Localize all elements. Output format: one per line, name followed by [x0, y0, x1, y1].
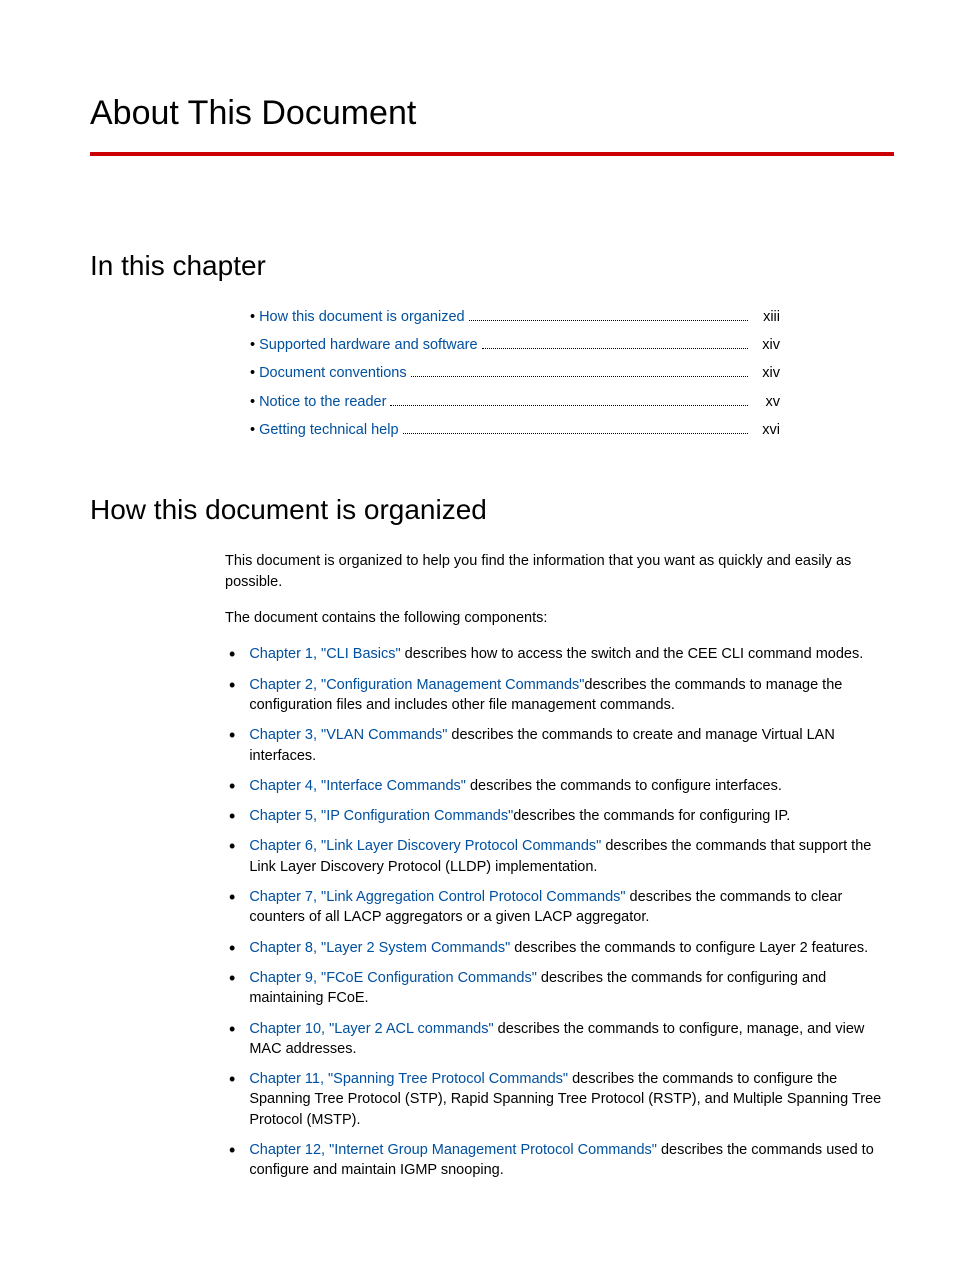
toc-bullet: • [250, 363, 255, 383]
list-item: • Chapter 3, "VLAN Commands" describes t… [225, 725, 894, 766]
bullet-icon: • [229, 645, 235, 664]
section-in-this-chapter: In this chapter [90, 246, 894, 285]
chapter-desc: describes the commands to configure Laye… [510, 940, 868, 956]
chapter-link[interactable]: Chapter 10, "Layer 2 ACL commands" [249, 1021, 493, 1037]
list-item-text: Chapter 4, "Interface Commands" describe… [249, 776, 894, 796]
toc-row: • Supported hardware and software xiv [250, 335, 780, 355]
list-item-text: Chapter 11, "Spanning Tree Protocol Comm… [249, 1069, 894, 1130]
list-item: • Chapter 5, "IP Configuration Commands"… [225, 806, 894, 826]
chapter-link[interactable]: Chapter 1, "CLI Basics" [249, 646, 400, 662]
chapter-desc: describes the commands for configuring I… [513, 808, 790, 824]
toc-link[interactable]: Supported hardware and software [259, 335, 477, 355]
toc-page: xiv [752, 363, 780, 383]
list-item: • Chapter 12, "Internet Group Management… [225, 1140, 894, 1181]
bullet-icon: • [229, 969, 235, 1009]
toc-leader [411, 376, 748, 377]
toc-page: xv [752, 392, 780, 412]
toc-bullet: • [250, 335, 255, 355]
toc-leader [482, 348, 748, 349]
toc-bullet: • [250, 420, 255, 440]
list-item-text: Chapter 3, "VLAN Commands" describes the… [249, 725, 894, 766]
bullet-icon: • [229, 888, 235, 928]
list-item: • Chapter 10, "Layer 2 ACL commands" des… [225, 1019, 894, 1060]
chapter-link[interactable]: Chapter 8, "Layer 2 System Commands" [249, 940, 510, 956]
chapter-desc: describes the commands to configure inte… [466, 778, 782, 794]
list-item-text: Chapter 10, "Layer 2 ACL commands" descr… [249, 1019, 894, 1060]
intro-paragraph: The document contains the following comp… [225, 608, 894, 628]
intro-paragraph: This document is organized to help you f… [225, 551, 894, 592]
toc-link[interactable]: Notice to the reader [259, 392, 386, 412]
list-item: • Chapter 2, "Configuration Management C… [225, 675, 894, 716]
body-block: This document is organized to help you f… [225, 551, 894, 1180]
chapter-desc: describes how to access the switch and t… [401, 646, 864, 662]
bullet-icon: • [229, 726, 235, 766]
toc-link[interactable]: How this document is organized [259, 307, 465, 327]
bullet-icon: • [229, 1141, 235, 1181]
toc-leader [403, 433, 748, 434]
toc-bullet: • [250, 307, 255, 327]
list-item: • Chapter 7, "Link Aggregation Control P… [225, 887, 894, 928]
list-item-text: Chapter 2, "Configuration Management Com… [249, 675, 894, 716]
bullet-icon: • [229, 807, 235, 826]
chapter-link[interactable]: Chapter 11, "Spanning Tree Protocol Comm… [249, 1071, 568, 1087]
list-item-text: Chapter 9, "FCoE Configuration Commands"… [249, 968, 894, 1009]
bullet-icon: • [229, 939, 235, 958]
toc-row: • Notice to the reader xv [250, 392, 780, 412]
chapter-link[interactable]: Chapter 6, "Link Layer Discovery Protoco… [249, 838, 601, 854]
toc-link[interactable]: Getting technical help [259, 420, 398, 440]
list-item-text: Chapter 7, "Link Aggregation Control Pro… [249, 887, 894, 928]
bullet-icon: • [229, 777, 235, 796]
bullet-icon: • [229, 676, 235, 716]
chapter-link[interactable]: Chapter 7, "Link Aggregation Control Pro… [249, 889, 625, 905]
list-item-text: Chapter 5, "IP Configuration Commands"de… [249, 806, 894, 826]
bullet-icon: • [229, 837, 235, 877]
toc-page: xiii [752, 307, 780, 327]
page-title: About This Document [90, 90, 894, 156]
toc-row: • How this document is organized xiii [250, 307, 780, 327]
list-item-text: Chapter 12, "Internet Group Management P… [249, 1140, 894, 1181]
list-item: • Chapter 8, "Layer 2 System Commands" d… [225, 938, 894, 958]
list-item-text: Chapter 6, "Link Layer Discovery Protoco… [249, 836, 894, 877]
toc-leader [469, 320, 748, 321]
bullet-icon: • [229, 1020, 235, 1060]
toc-block: • How this document is organized xiii • … [250, 307, 780, 440]
chapter-list: • Chapter 1, "CLI Basics" describes how … [225, 644, 894, 1180]
bullet-icon: • [229, 1070, 235, 1130]
list-item-text: Chapter 8, "Layer 2 System Commands" des… [249, 938, 894, 958]
list-item-text: Chapter 1, "CLI Basics" describes how to… [249, 644, 894, 664]
section-how-organized: How this document is organized [90, 490, 894, 529]
list-item: • Chapter 4, "Interface Commands" descri… [225, 776, 894, 796]
toc-row: • Document conventions xiv [250, 363, 780, 383]
toc-page: xvi [752, 420, 780, 440]
toc-link[interactable]: Document conventions [259, 363, 407, 383]
toc-bullet: • [250, 392, 255, 412]
chapter-link[interactable]: Chapter 4, "Interface Commands" [249, 778, 466, 794]
chapter-link[interactable]: Chapter 2, "Configuration Management Com… [249, 677, 584, 693]
toc-page: xiv [752, 335, 780, 355]
list-item: • Chapter 1, "CLI Basics" describes how … [225, 644, 894, 664]
toc-leader [390, 405, 748, 406]
list-item: • Chapter 11, "Spanning Tree Protocol Co… [225, 1069, 894, 1130]
list-item: • Chapter 6, "Link Layer Discovery Proto… [225, 836, 894, 877]
chapter-link[interactable]: Chapter 9, "FCoE Configuration Commands" [249, 970, 537, 986]
chapter-link[interactable]: Chapter 12, "Internet Group Management P… [249, 1142, 657, 1158]
toc-row: • Getting technical help xvi [250, 420, 780, 440]
list-item: • Chapter 9, "FCoE Configuration Command… [225, 968, 894, 1009]
chapter-link[interactable]: Chapter 3, "VLAN Commands" [249, 727, 447, 743]
chapter-link[interactable]: Chapter 5, "IP Configuration Commands" [249, 808, 513, 824]
